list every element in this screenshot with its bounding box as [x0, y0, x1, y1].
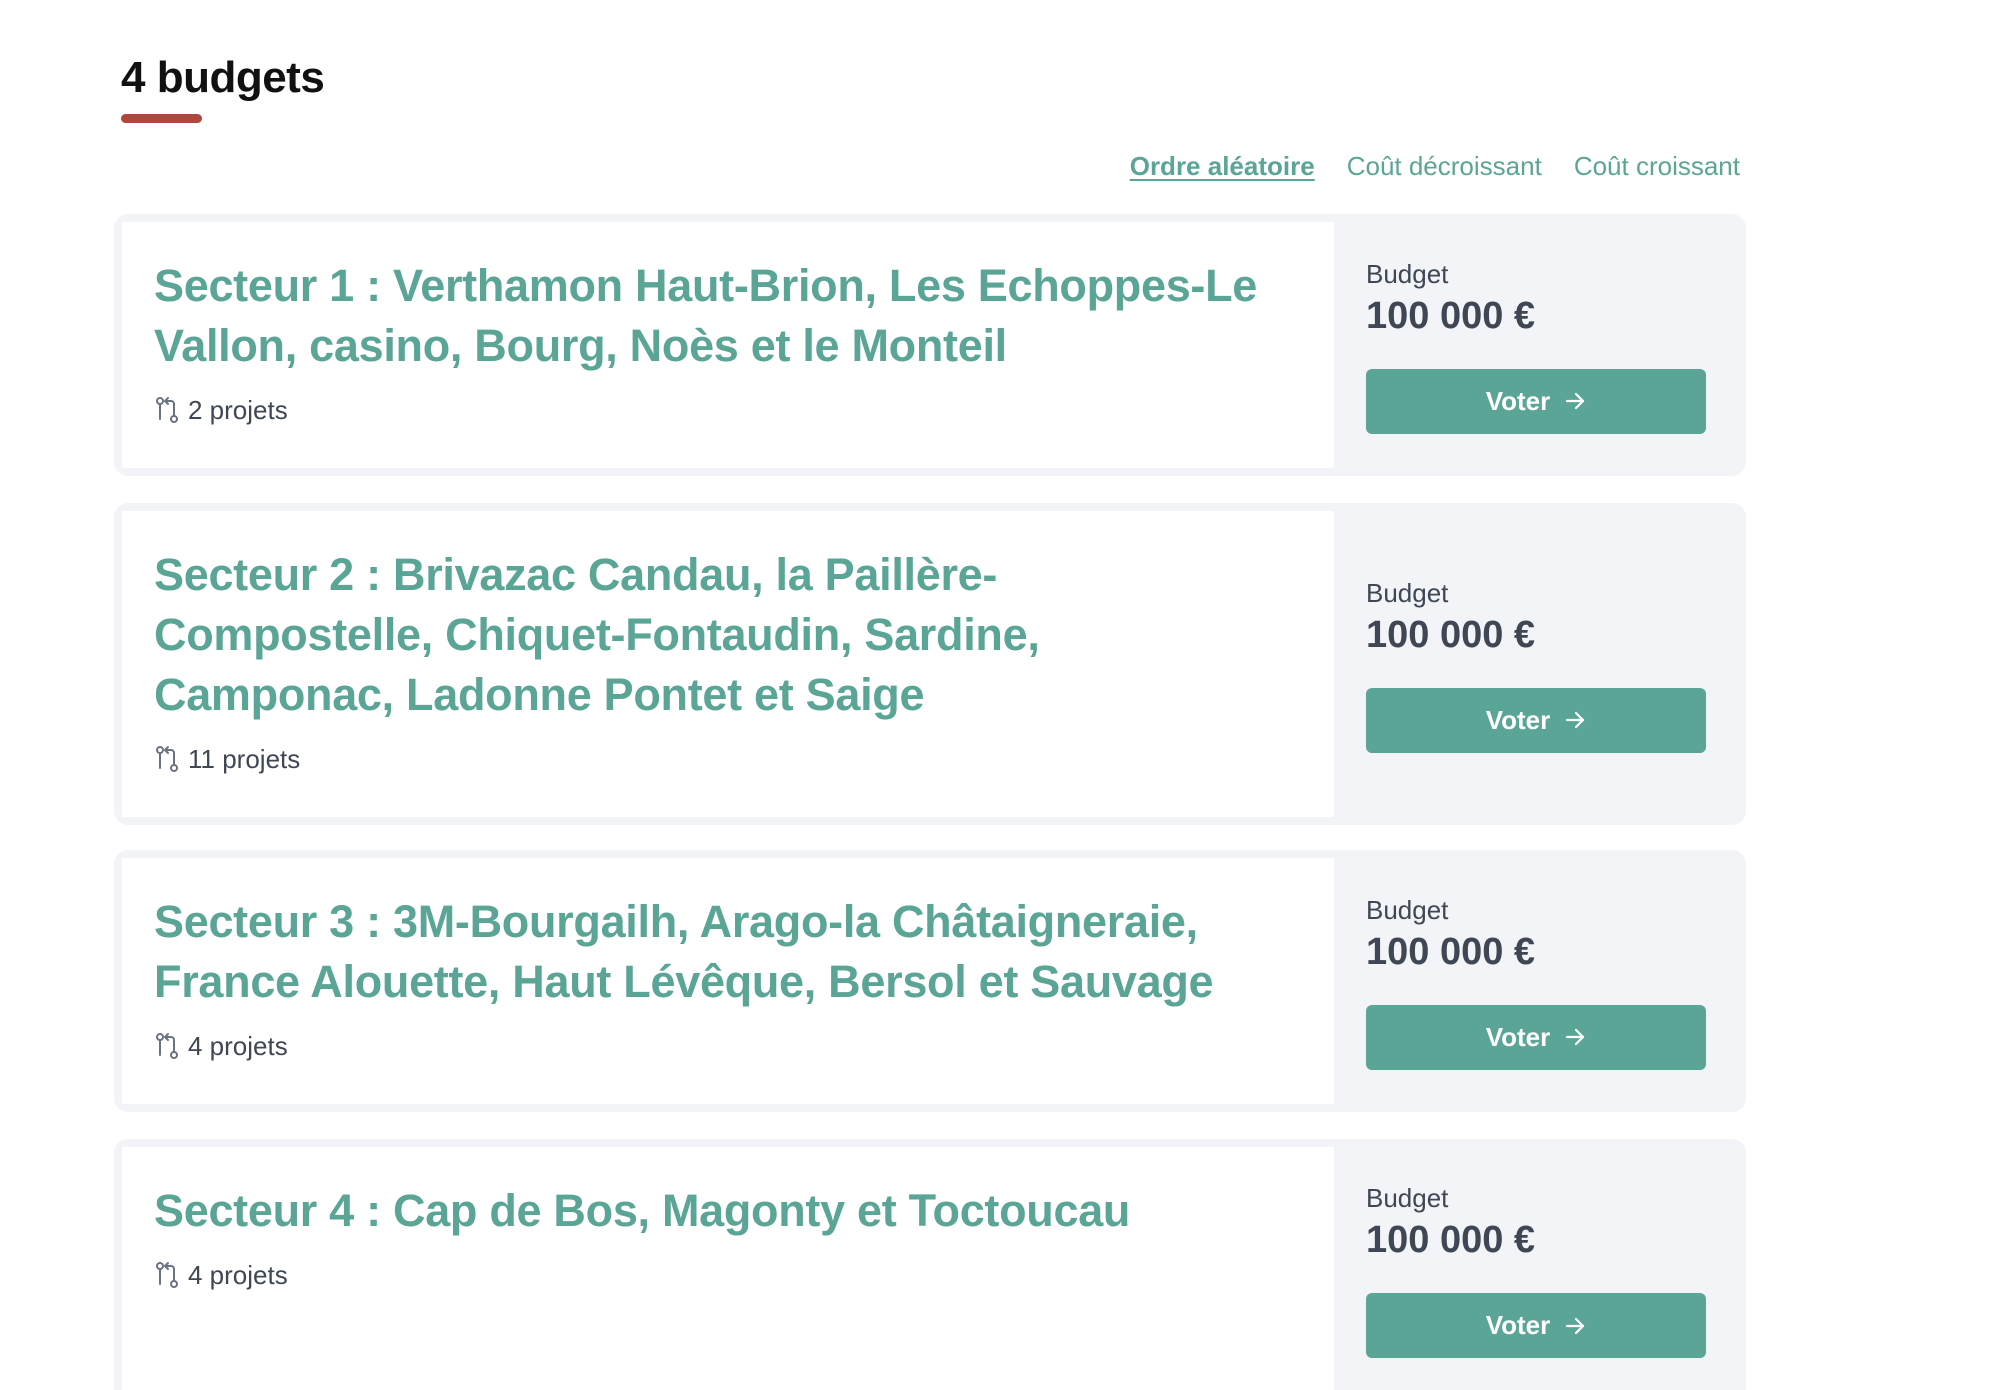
budgets-page: 4 budgets Ordre aléatoire Coût décroissa…	[0, 0, 2008, 1390]
budget-amount: 100 000 €	[1366, 294, 1536, 337]
projects-count: 4 projets	[154, 1030, 1302, 1062]
budget-card: Secteur 4 : Cap de Bos, Magonty et Tocto…	[114, 1139, 1746, 1390]
budget-amount: 100 000 €	[1366, 1219, 1536, 1261]
budget-card: Secteur 1 : Verthamon Haut-Brion, Les Ec…	[114, 214, 1746, 476]
budget-card-content: Secteur 1 : Verthamon Haut-Brion, Les Ec…	[122, 222, 1334, 468]
projects-count-label: 4 projets	[188, 1260, 288, 1290]
budget-amount: 100 000 €	[1366, 613, 1536, 656]
budget-card: Secteur 2 : Brivazac Candau, la Paillère…	[114, 503, 1746, 825]
git-compare-icon	[154, 1032, 180, 1060]
arrow-right-icon	[1564, 390, 1586, 412]
budget-title[interactable]: Secteur 1 : Verthamon Haut-Brion, Les Ec…	[154, 256, 1274, 376]
vote-button-label: Voter	[1485, 385, 1551, 416]
vote-button[interactable]: Voter	[1366, 1004, 1706, 1070]
sort-cost-desc-link[interactable]: Coût décroissant	[1347, 148, 1542, 184]
vote-button[interactable]: Voter	[1366, 687, 1706, 753]
sort-cost-asc-link[interactable]: Coût croissant	[1574, 148, 1740, 184]
projects-count-label: 11 projets	[188, 744, 301, 774]
git-compare-icon	[154, 745, 180, 773]
projects-count-label: 4 projets	[188, 1031, 288, 1061]
budget-amount: 100 000 €	[1366, 930, 1536, 973]
budget-label: Budget	[1366, 1183, 1449, 1213]
sort-options: Ordre aléatoire Coût décroissant Coût cr…	[1130, 148, 1740, 184]
arrow-right-icon	[1564, 709, 1586, 731]
vote-button[interactable]: Voter	[1366, 368, 1706, 434]
arrow-right-icon	[1564, 1026, 1586, 1048]
budget-sidebar: Budget 100 000 € Voter	[1366, 214, 1706, 476]
sort-random-link[interactable]: Ordre aléatoire	[1130, 148, 1315, 184]
vote-button-label: Voter	[1485, 704, 1551, 735]
budget-card: Secteur 3 : 3M-Bourgailh, Arago-la Châta…	[114, 850, 1746, 1112]
budget-card-content: Secteur 2 : Brivazac Candau, la Paillère…	[122, 511, 1334, 817]
arrow-right-icon	[1564, 1315, 1586, 1337]
budget-sidebar: Budget 100 000 € Voter	[1366, 503, 1706, 825]
budget-card-content: Secteur 3 : 3M-Bourgailh, Arago-la Châta…	[122, 858, 1334, 1104]
vote-button[interactable]: Voter	[1366, 1293, 1706, 1358]
page-title: 4 budgets	[121, 53, 325, 102]
git-compare-icon	[154, 396, 180, 424]
budget-title[interactable]: Secteur 2 : Brivazac Candau, la Paillère…	[154, 545, 1274, 725]
projects-count: 11 projets	[154, 743, 1302, 775]
budget-title[interactable]: Secteur 3 : 3M-Bourgailh, Arago-la Châta…	[154, 892, 1274, 1012]
budget-title[interactable]: Secteur 4 : Cap de Bos, Magonty et Tocto…	[154, 1181, 1274, 1241]
title-underline	[121, 114, 202, 123]
budget-label: Budget	[1366, 577, 1449, 608]
projects-count-label: 2 projets	[188, 395, 288, 425]
budget-sidebar: Budget 100 000 € Voter	[1366, 850, 1706, 1112]
vote-button-label: Voter	[1485, 1021, 1551, 1052]
budget-label: Budget	[1366, 894, 1449, 925]
budget-sidebar: Budget 100 000 € Voter	[1366, 1139, 1706, 1390]
budget-card-content: Secteur 4 : Cap de Bos, Magonty et Tocto…	[122, 1147, 1334, 1390]
projects-count: 4 projets	[154, 1259, 1302, 1291]
git-compare-icon	[154, 1261, 180, 1289]
vote-button-label: Voter	[1485, 1310, 1551, 1340]
projects-count: 2 projets	[154, 394, 1302, 426]
budget-label: Budget	[1366, 258, 1449, 289]
